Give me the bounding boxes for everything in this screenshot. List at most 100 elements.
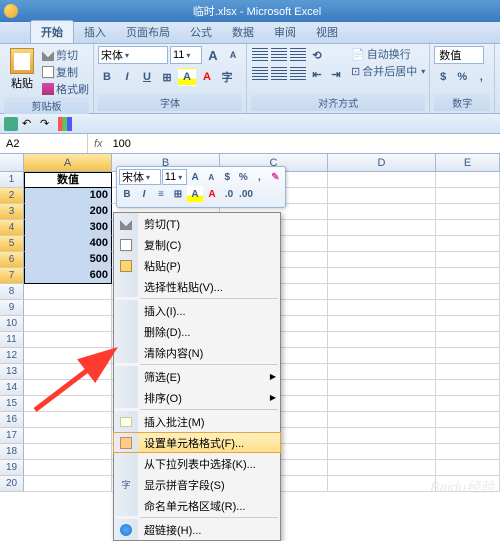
cm-sort[interactable]: 排序(O)▶: [114, 387, 280, 408]
tab-home[interactable]: 开始: [30, 20, 74, 43]
cm-name-range[interactable]: 命名单元格区域(R)...: [114, 495, 280, 516]
cell-A16[interactable]: [24, 412, 112, 428]
mini-fill-button[interactable]: A: [187, 186, 203, 202]
shrink-font-button[interactable]: A: [224, 46, 242, 64]
name-box[interactable]: A2: [0, 134, 88, 153]
select-all-button[interactable]: [0, 154, 24, 171]
cell-A11[interactable]: [24, 332, 112, 348]
align-center-button[interactable]: [270, 65, 288, 83]
cm-hyperlink[interactable]: 超链接(H)...: [114, 519, 280, 540]
cell-A19[interactable]: [24, 460, 112, 476]
cell-D15[interactable]: [328, 396, 436, 412]
cell-A12[interactable]: [24, 348, 112, 364]
cell-D7[interactable]: [328, 268, 436, 284]
cell-E9[interactable]: [436, 300, 500, 316]
col-header-E[interactable]: E: [436, 154, 500, 171]
mini-currency-button[interactable]: $: [220, 169, 235, 185]
cell-E6[interactable]: [436, 252, 500, 268]
cell-D13[interactable]: [328, 364, 436, 380]
font-name-select[interactable]: 宋体▾: [98, 46, 168, 64]
cell-E19[interactable]: [436, 460, 500, 476]
mini-brush-icon[interactable]: ✎: [268, 169, 283, 185]
cell-A14[interactable]: [24, 380, 112, 396]
cm-paste[interactable]: 粘贴(P): [114, 255, 280, 276]
mini-percent-button[interactable]: %: [236, 169, 251, 185]
cell-D11[interactable]: [328, 332, 436, 348]
cell-D19[interactable]: [328, 460, 436, 476]
paste-button[interactable]: 粘贴: [4, 46, 40, 97]
row-header-4[interactable]: 4: [0, 220, 24, 236]
cell-E14[interactable]: [436, 380, 500, 396]
cm-delete[interactable]: 删除(D)...: [114, 321, 280, 342]
tab-formulas[interactable]: 公式: [180, 21, 222, 43]
copy-button[interactable]: 复制: [42, 64, 89, 80]
mini-fontcolor-button[interactable]: A: [204, 186, 220, 202]
cm-copy[interactable]: 复制(C): [114, 234, 280, 255]
redo-icon[interactable]: ↷: [40, 117, 54, 131]
cell-D6[interactable]: [328, 252, 436, 268]
underline-button[interactable]: U: [138, 68, 156, 86]
col-header-D[interactable]: D: [328, 154, 436, 171]
font-size-select[interactable]: 11▾: [170, 46, 202, 64]
grow-font-button[interactable]: A: [204, 46, 222, 64]
row-header-9[interactable]: 9: [0, 300, 24, 316]
cell-D10[interactable]: [328, 316, 436, 332]
row-header-13[interactable]: 13: [0, 364, 24, 380]
cell-A20[interactable]: [24, 476, 112, 492]
indent-dec-button[interactable]: ⇤: [308, 65, 326, 83]
align-left-button[interactable]: [251, 65, 269, 83]
row-header-20[interactable]: 20: [0, 476, 24, 492]
row-header-18[interactable]: 18: [0, 444, 24, 460]
row-header-19[interactable]: 19: [0, 460, 24, 476]
mini-comma-button[interactable]: ,: [252, 169, 267, 185]
row-header-16[interactable]: 16: [0, 412, 24, 428]
mini-bold-button[interactable]: B: [119, 186, 135, 202]
cm-insert[interactable]: 插入(I)...: [114, 300, 280, 321]
chart-icon[interactable]: [58, 117, 72, 131]
cell-E3[interactable]: [436, 204, 500, 220]
row-header-5[interactable]: 5: [0, 236, 24, 252]
cell-A8[interactable]: [24, 284, 112, 300]
tab-data[interactable]: 数据: [222, 21, 264, 43]
cell-A4[interactable]: 300: [24, 220, 112, 236]
cm-paste-special[interactable]: 选择性粘贴(V)...: [114, 276, 280, 297]
cell-A6[interactable]: 500: [24, 252, 112, 268]
mini-italic-button[interactable]: I: [136, 186, 152, 202]
row-header-10[interactable]: 10: [0, 316, 24, 332]
italic-button[interactable]: I: [118, 68, 136, 86]
cell-D3[interactable]: [328, 204, 436, 220]
cell-A13[interactable]: [24, 364, 112, 380]
cell-A15[interactable]: [24, 396, 112, 412]
mini-border-button[interactable]: ⊞: [170, 186, 186, 202]
row-header-8[interactable]: 8: [0, 284, 24, 300]
cell-D18[interactable]: [328, 444, 436, 460]
col-header-A[interactable]: A: [24, 154, 112, 171]
cell-E4[interactable]: [436, 220, 500, 236]
currency-button[interactable]: $: [434, 68, 452, 86]
row-header-11[interactable]: 11: [0, 332, 24, 348]
cell-E16[interactable]: [436, 412, 500, 428]
cm-clear[interactable]: 清除内容(N): [114, 342, 280, 363]
wrap-text-button[interactable]: 📄自动换行: [351, 46, 425, 62]
save-icon[interactable]: [4, 117, 18, 131]
row-header-7[interactable]: 7: [0, 268, 24, 284]
row-header-2[interactable]: 2: [0, 188, 24, 204]
indent-inc-button[interactable]: ⇥: [327, 65, 345, 83]
cell-D17[interactable]: [328, 428, 436, 444]
cell-A1[interactable]: 数值: [24, 172, 112, 188]
row-header-14[interactable]: 14: [0, 380, 24, 396]
tab-review[interactable]: 审阅: [264, 21, 306, 43]
cell-D12[interactable]: [328, 348, 436, 364]
row-header-1[interactable]: 1: [0, 172, 24, 188]
cell-E15[interactable]: [436, 396, 500, 412]
cell-D2[interactable]: [328, 188, 436, 204]
format-painter-button[interactable]: 格式刷: [42, 81, 89, 97]
cell-A7[interactable]: 600: [24, 268, 112, 284]
cell-D1[interactable]: [328, 172, 436, 188]
cm-phonetic[interactable]: 字显示拼音字段(S): [114, 474, 280, 495]
mini-align-button[interactable]: ≡: [153, 186, 169, 202]
cell-E13[interactable]: [436, 364, 500, 380]
cell-D16[interactable]: [328, 412, 436, 428]
formula-input[interactable]: 100: [109, 138, 500, 150]
cell-A18[interactable]: [24, 444, 112, 460]
